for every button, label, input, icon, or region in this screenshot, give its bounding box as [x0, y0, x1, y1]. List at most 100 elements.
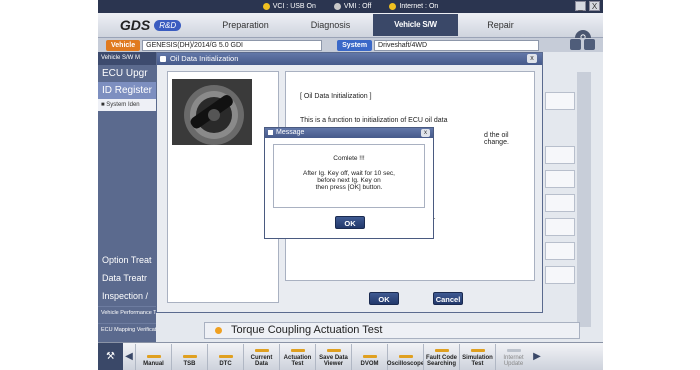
- toolbar-fault-code-searching-button[interactable]: Fault Code Searching: [423, 343, 459, 370]
- tab-preparation[interactable]: Preparation: [203, 14, 288, 36]
- window-controls: _ X: [575, 1, 600, 11]
- gds-logo: GDS R&D: [98, 17, 203, 33]
- tab-repair[interactable]: Repair: [458, 14, 543, 36]
- gds-application-window: VCI : USB On VMI : Off Internet : On _ X…: [98, 0, 603, 370]
- list-item[interactable]: [545, 218, 575, 236]
- button-indicator: [182, 355, 197, 358]
- toolbar-label: Internet Update: [503, 354, 524, 368]
- list-item[interactable]: [545, 92, 575, 110]
- toolbar-label: Save Data Viewer: [319, 354, 348, 368]
- sidebar-item-id-register[interactable]: ID Register: [98, 82, 156, 99]
- message-line1: Comlete !!!: [333, 155, 365, 162]
- vehicle-field[interactable]: GENESIS(DH)/2014/G 5.0 GDI: [142, 39, 323, 51]
- oil-cancel-button[interactable]: Cancel: [433, 292, 463, 305]
- toolbar-simulation-test-button[interactable]: Simulation Test: [459, 343, 495, 370]
- minimize-button[interactable]: _: [575, 1, 586, 11]
- message-line4: then press [OK] button.: [315, 184, 383, 191]
- message-line2: After Ig. Key off, wait for 10 sec,: [302, 170, 395, 177]
- list-item[interactable]: [545, 170, 575, 188]
- button-indicator: [290, 348, 305, 352]
- toolbar-label: Manual: [143, 361, 164, 367]
- vci-status: VCI : USB On: [262, 3, 316, 10]
- vmi-status-text: VMI : Off: [343, 3, 372, 10]
- toolbar-label: Current Data: [250, 354, 273, 368]
- sidebar-item-inspection[interactable]: Inspection /: [98, 288, 156, 306]
- sidebar-item-ecu-upgrade[interactable]: ECU Upgr: [98, 65, 156, 82]
- vmi-status: VMI : Off: [333, 3, 372, 10]
- tools-icon[interactable]: ⚒: [98, 342, 123, 370]
- oil-ok-button[interactable]: OK: [369, 292, 399, 305]
- tab-vehicle-sw-management[interactable]: Vehicle S/W Management: [373, 14, 458, 51]
- main-nav: GDS R&D Preparation Diagnosis Vehicle S/…: [98, 13, 603, 51]
- list-item[interactable]: [545, 242, 575, 260]
- button-indicator: [254, 348, 269, 352]
- button-indicator: [434, 348, 449, 352]
- toolbar-label: Fault Code Searching: [426, 354, 457, 368]
- toolbar-dtc-button[interactable]: DTC: [207, 343, 243, 370]
- toolbar-save-data-viewer-button[interactable]: Save Data Viewer: [315, 343, 351, 370]
- refresh-icon[interactable]: [570, 39, 581, 50]
- toolbar-dvom-button[interactable]: DVOM: [351, 343, 387, 370]
- oil-image-panel: [167, 71, 279, 303]
- toolbar-tsb-button[interactable]: TSB: [171, 343, 207, 370]
- toolbar-label: DVOM: [360, 361, 379, 367]
- button-indicator: [398, 355, 413, 358]
- message-close-button[interactable]: x: [421, 129, 430, 137]
- sidebar-item-vehicle-performance[interactable]: Vehicle Performance Test: [98, 306, 156, 323]
- toolbar-actuation-test-button[interactable]: Actuation Test: [279, 343, 315, 370]
- sidebar-header: Vehicle S/W M: [98, 52, 156, 65]
- vmi-status-icon: [333, 3, 341, 10]
- message-ok-button[interactable]: OK: [335, 216, 365, 229]
- list-item[interactable]: [545, 266, 575, 284]
- internet-status: Internet : On: [389, 3, 438, 10]
- sidebar-lower-group: Option Treat Data Treatr Inspection / Ve…: [98, 252, 156, 340]
- settings-icon[interactable]: [584, 39, 595, 50]
- vehicle-chip[interactable]: Vehicle: [106, 39, 141, 51]
- vci-status-icon: [262, 3, 270, 10]
- sidebar-item-data-treatment[interactable]: Data Treatr: [98, 270, 156, 288]
- toolbar-oscilloscope-button[interactable]: Oscilloscope: [386, 343, 425, 370]
- bullet-icon: [215, 327, 222, 334]
- toolbar-label: DTC: [219, 361, 232, 367]
- button-indicator: [326, 348, 341, 352]
- bottom-toolbar: ⚒ ◀ Manual TSB DTC Current Data Actuatio…: [98, 342, 603, 370]
- toolbar-label: TSB: [183, 361, 196, 367]
- internet-status-icon: [389, 3, 397, 10]
- list-item[interactable]: [545, 146, 575, 164]
- tab-diagnosis[interactable]: Diagnosis: [288, 14, 373, 36]
- button-indicator: [506, 348, 521, 352]
- close-window-button[interactable]: X: [589, 1, 600, 11]
- system-chip[interactable]: System: [337, 39, 373, 51]
- vehicle-bar: Vehicle GENESIS(DH)/2014/G 5.0 GDI Syste…: [98, 38, 603, 52]
- oil-description-line1: This is a function to initialization of …: [300, 117, 448, 124]
- internet-status-text: Internet : On: [399, 3, 439, 10]
- scroll-left-icon[interactable]: ◀: [123, 343, 135, 370]
- toolbar-current-data-button[interactable]: Current Data: [243, 343, 279, 370]
- status-bar: VCI : USB On VMI : Off Internet : On _ X: [98, 0, 603, 13]
- window-icon: [160, 56, 166, 62]
- toolbar-label: Oscilloscope: [386, 361, 425, 367]
- toolbar-label: Actuation Test: [283, 354, 312, 368]
- sidebar-item-ecu-mapping[interactable]: ECU Mapping Verification: [98, 323, 156, 340]
- message-titlebar: Message x: [265, 128, 433, 138]
- scrollbar[interactable]: [577, 72, 591, 327]
- toolbar-internet-update-button[interactable]: Internet Update: [495, 343, 531, 370]
- list-item[interactable]: [545, 194, 575, 212]
- vehicle-bar-icons: [570, 39, 595, 50]
- torque-coupling-label: Torque Coupling Actuation Test: [231, 324, 383, 336]
- system-field[interactable]: Driveshaft/4WD: [374, 39, 540, 51]
- message-title: Message: [276, 129, 305, 136]
- message-dialog: Message x Comlete !!! After Ig. Key off,…: [264, 127, 434, 239]
- vci-status-text: VCI : USB On: [272, 3, 316, 10]
- oil-dialog-close-button[interactable]: x: [527, 54, 537, 63]
- logo-brand: GDS: [119, 17, 151, 33]
- oil-cap-image: [172, 79, 252, 145]
- toolbar-manual-button[interactable]: Manual: [135, 343, 171, 370]
- torque-coupling-item[interactable]: Torque Coupling Actuation Test: [204, 322, 580, 339]
- button-indicator: [146, 355, 161, 358]
- scroll-right-icon[interactable]: ▶: [531, 343, 543, 370]
- message-line3: before next Ig. Key on: [317, 177, 381, 184]
- sidebar-subitem-label: System Iden: [106, 102, 140, 108]
- sidebar-subitem-system-identification[interactable]: ■ System Iden: [98, 99, 156, 111]
- sidebar-item-option-treatment[interactable]: Option Treat: [98, 252, 156, 270]
